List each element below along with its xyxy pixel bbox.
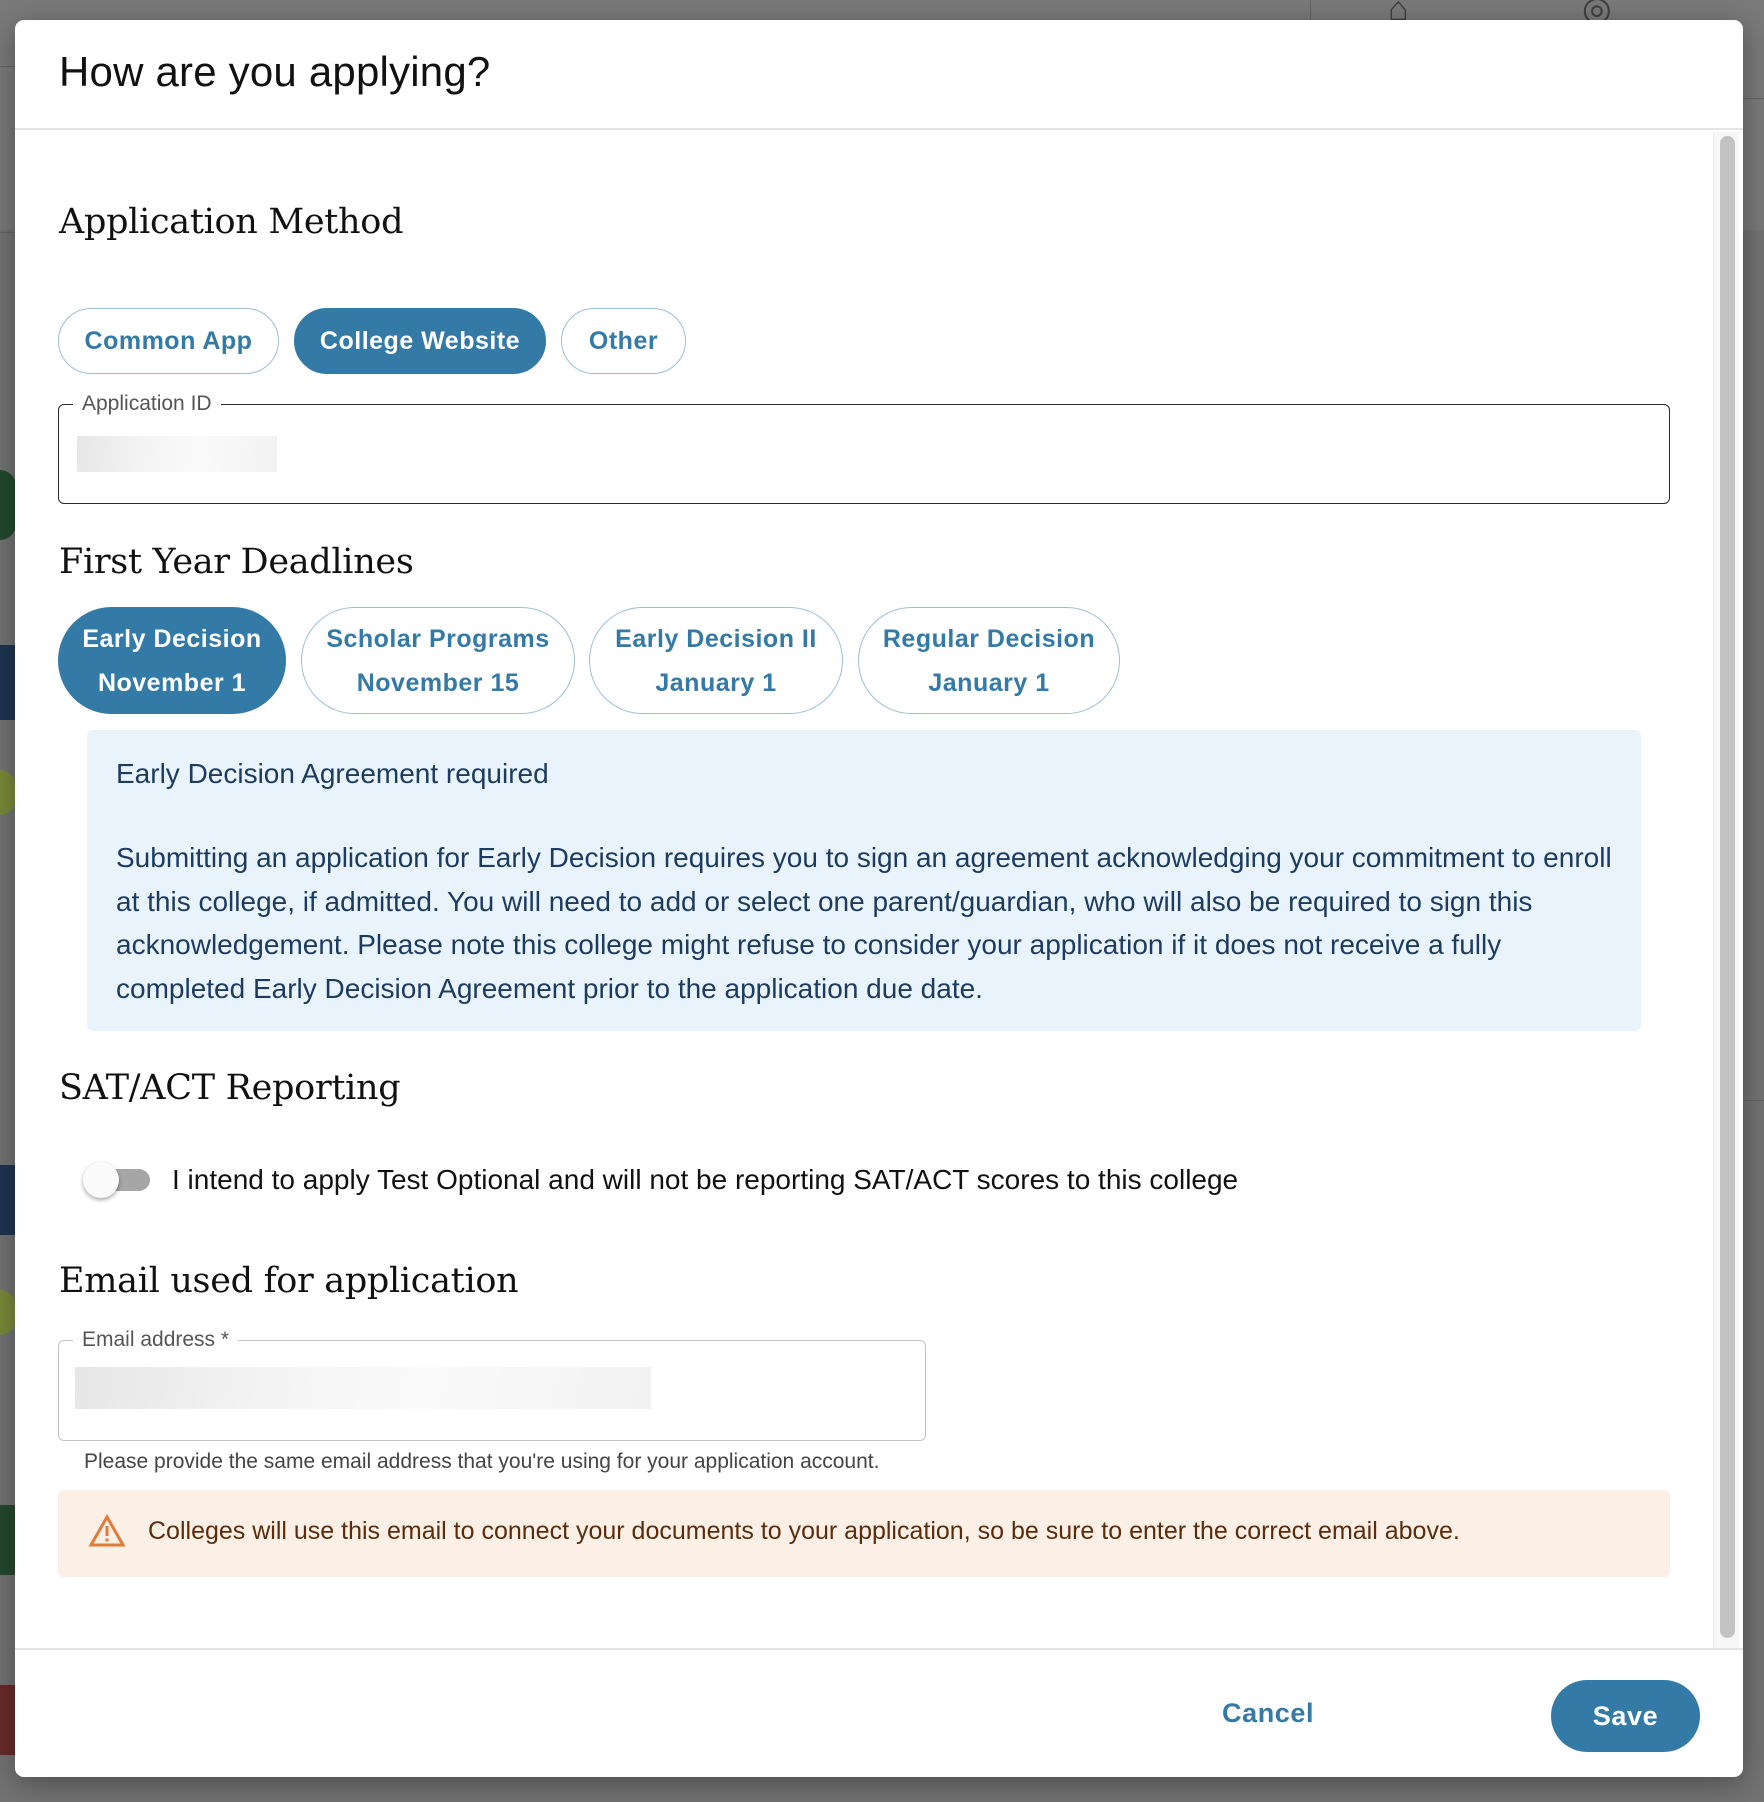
application-method-heading: Application Method <box>59 202 404 242</box>
deadline-name: Early Decision <box>82 624 262 653</box>
method-option-other[interactable]: Other <box>561 308 686 374</box>
deadline-name: Early Decision II <box>615 624 817 653</box>
toggle-thumb <box>83 1162 119 1198</box>
deadline-date: November 1 <box>97 668 247 697</box>
deadline-date: November 15 <box>356 668 520 697</box>
how-are-you-applying-dialog: How are you applying? Application Method… <box>15 20 1743 1777</box>
dialog-header: How are you applying? <box>15 20 1743 130</box>
deadline-option-regular-decision[interactable]: Regular Decision January 1 <box>858 607 1120 714</box>
first-year-deadlines-heading: First Year Deadlines <box>59 542 414 582</box>
application-id-label: Application ID <box>73 391 221 417</box>
method-option-common-app[interactable]: Common App <box>58 308 279 374</box>
dialog-body: Application Method Common App College We… <box>15 130 1713 1648</box>
cancel-button[interactable]: Cancel <box>1222 1698 1314 1729</box>
early-decision-info-box: Early Decision Agreement required Submit… <box>87 730 1641 1031</box>
email-address-label: Email address * <box>73 1327 239 1353</box>
email-address-field[interactable]: Email address * <box>58 1327 926 1441</box>
application-id-value-redacted <box>77 436 277 472</box>
dialog-scrollbar[interactable] <box>1713 132 1739 1648</box>
warning-text: Colleges will use this email to connect … <box>148 1517 1460 1545</box>
background-divider <box>1743 1100 1764 1101</box>
application-id-field[interactable]: Application ID <box>58 391 1670 504</box>
email-warning-box: Colleges will use this email to connect … <box>58 1490 1670 1577</box>
dialog-footer: Cancel Save <box>15 1648 1743 1777</box>
college-logo <box>0 645 16 720</box>
college-logo <box>0 470 16 540</box>
test-optional-label: I intend to apply Test Optional and will… <box>172 1164 1239 1195</box>
deadline-date: January 1 <box>655 668 777 697</box>
background-divider <box>1310 0 1311 20</box>
background-divider <box>0 232 15 233</box>
deadline-option-scholar-programs[interactable]: Scholar Programs November 15 <box>301 607 575 714</box>
deadline-name: Regular Decision <box>882 624 1096 653</box>
background-divider <box>1743 98 1764 99</box>
college-logo <box>0 1505 16 1575</box>
deadline-date: January 1 <box>928 668 1050 697</box>
college-logo <box>0 1290 16 1335</box>
email-heading: Email used for application <box>59 1261 519 1301</box>
deadline-option-early-decision[interactable]: Early Decision November 1 <box>58 607 286 714</box>
method-option-college-website[interactable]: College Website <box>294 308 546 374</box>
college-logo <box>0 1685 16 1755</box>
method-option-label: Other <box>588 326 659 355</box>
college-logo <box>0 770 16 815</box>
deadline-name: Scholar Programs <box>326 624 550 653</box>
warning-triangle-icon <box>88 1514 126 1547</box>
method-option-label: College Website <box>319 326 521 355</box>
method-option-label: Common App <box>84 326 253 355</box>
test-optional-toggle[interactable] <box>83 1162 153 1198</box>
sat-act-heading: SAT/ACT Reporting <box>59 1068 401 1108</box>
college-logo <box>0 1165 16 1235</box>
save-button-label: Save <box>1592 1700 1659 1731</box>
deadline-option-early-decision-ii[interactable]: Early Decision II January 1 <box>589 607 843 714</box>
email-value-redacted <box>75 1367 651 1409</box>
background-divider <box>0 66 15 67</box>
save-button[interactable]: Save <box>1551 1680 1700 1752</box>
info-title: Early Decision Agreement required <box>116 758 549 789</box>
email-helper-text: Please provide the same email address th… <box>84 1450 880 1473</box>
scrollbar-thumb[interactable] <box>1720 136 1735 1638</box>
info-text: Submitting an application for Early Deci… <box>116 842 1612 1004</box>
dialog-title: How are you applying? <box>59 48 491 95</box>
